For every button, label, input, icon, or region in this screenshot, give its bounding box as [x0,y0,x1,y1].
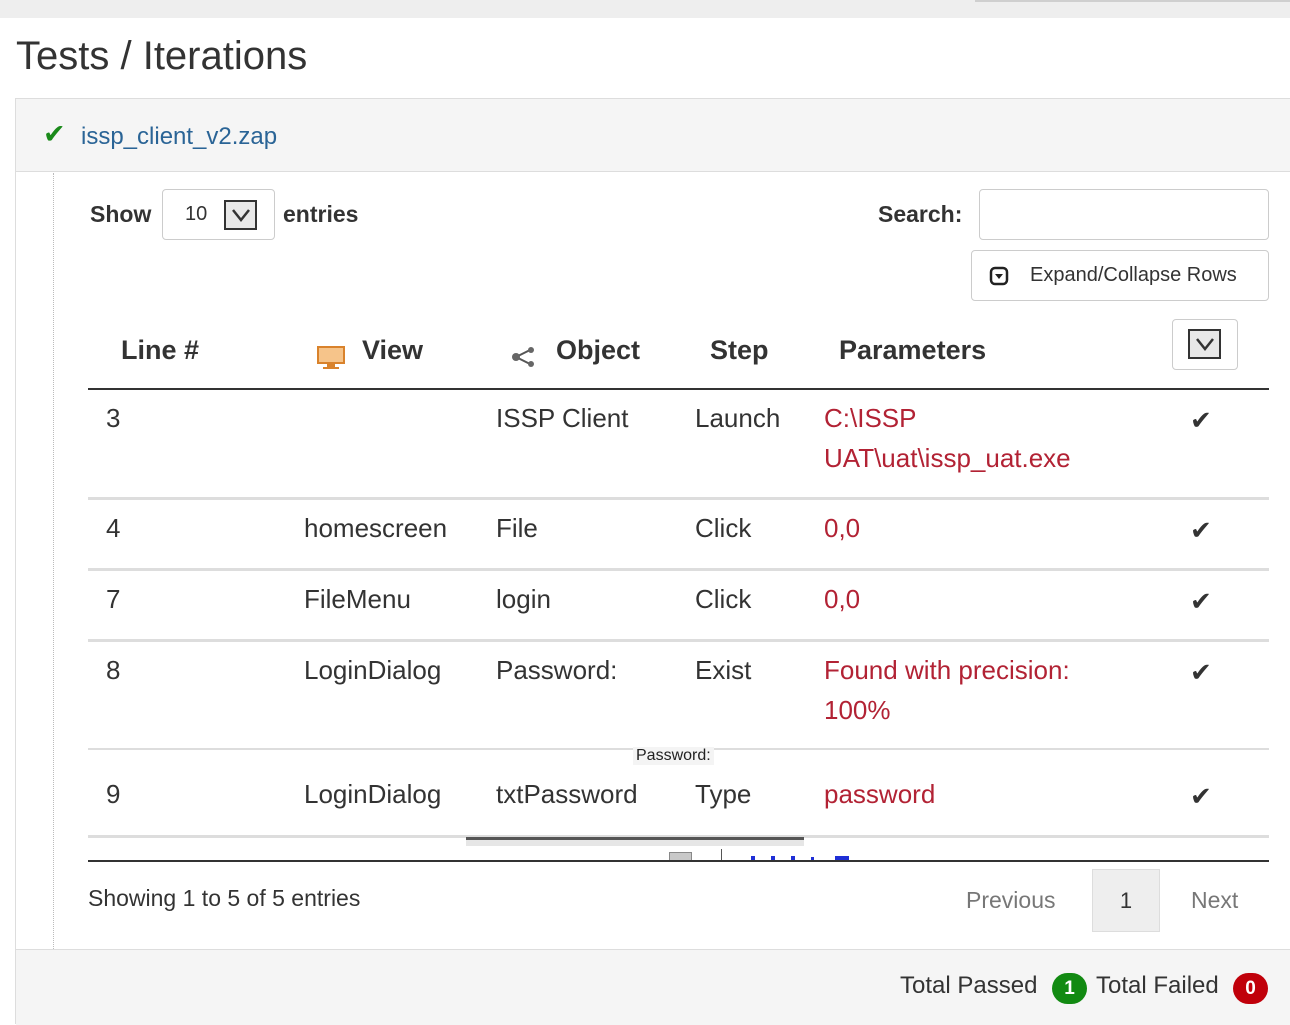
cell-line: 7 [106,584,121,614]
render-artifact [466,837,804,846]
table-row[interactable]: 9 LoginDialog txtPassword Type password … [88,766,1269,838]
table-row[interactable]: 3 ISSP Client Launch C:\ISSP UAT\uat\iss… [88,390,1269,500]
object-tooltip: Password: [633,747,714,765]
cell-object: Password: [496,655,618,685]
top-bar-fragment [975,0,1290,2]
page-1-button[interactable]: 1 [1092,869,1160,932]
cell-parameters: password [824,779,936,809]
page-title: Tests / Iterations [16,34,308,78]
panel-footer: Total Passed 1 Total Failed 0 [16,949,1290,1025]
test-file-link[interactable]: issp_client_v2.zap [81,123,277,151]
search-label: Search: [878,201,963,227]
column-header-parameters[interactable]: Parameters [839,335,986,366]
passed-check-icon: ✔ [1190,405,1212,435]
top-bar [0,0,1290,18]
passed-check-icon: ✔ [1190,515,1212,545]
column-header-line[interactable]: Line # [121,335,199,366]
page-length-select[interactable]: 10 [162,189,275,240]
cell-step: Launch [695,403,781,433]
page-length-value: 10 [185,203,208,225]
cell-view: LoginDialog [304,655,442,685]
passed-check-icon: ✔ [1190,781,1212,811]
total-passed-badge: 1 [1052,973,1087,1004]
cell-step: Exist [695,655,752,685]
entries-label: entries [283,201,359,227]
monitor-icon [317,346,345,369]
expand-collapse-label: Expand/Collapse Rows [1030,264,1237,286]
column-header-object[interactable]: Object [556,335,640,366]
column-header-step[interactable]: Step [710,335,769,366]
cell-parameters: 0,0 [824,584,861,614]
total-failed-label: Total Failed [1096,972,1219,999]
table-row[interactable]: 7 FileMenu login Click 0,0 ✔ [88,571,1269,642]
chevron-down-icon[interactable] [224,200,257,230]
cell-line: 4 [106,513,121,543]
chevron-down-icon[interactable] [1188,329,1221,359]
cell-step: Type [695,779,752,809]
cell-parameters: Found with precision: 100% [824,655,1070,725]
previous-page-button[interactable]: Previous [966,887,1055,914]
cell-view: homescreen [304,513,448,543]
search-input[interactable] [979,189,1269,240]
cell-object: File [496,513,538,543]
collapse-toggle-icon [989,266,1009,286]
cell-line: 8 [106,655,121,685]
share-nodes-icon [512,347,534,367]
cell-step: Click [695,513,752,543]
panel-heading[interactable]: ✔ issp_client_v2.zap [16,99,1290,172]
column-header-view[interactable]: View [362,335,423,366]
total-failed-badge: 0 [1233,973,1268,1004]
column-visibility-toggle[interactable] [1172,319,1238,370]
cell-step: Click [695,584,752,614]
cell-object: txtPassword [496,779,638,809]
cell-parameters: 0,0 [824,513,861,543]
table-row[interactable]: 4 homescreen File Click 0,0 ✔ [88,500,1269,571]
expand-collapse-button[interactable]: Expand/Collapse Rows [971,250,1269,301]
total-passed-label: Total Passed [900,972,1038,999]
tree-guide-line [53,173,54,949]
cell-view: LoginDialog [304,779,442,809]
footer-divider [88,860,1269,862]
passed-check-icon: ✔ [43,119,66,149]
cell-parameters: C:\ISSP UAT\uat\issp_uat.exe [824,403,1071,473]
test-panel: ✔ issp_client_v2.zap Show 10 entries Sea… [15,98,1290,1025]
cell-object: ISSP Client [496,403,629,433]
cell-object: login [496,584,551,614]
cell-line: 3 [106,403,121,433]
next-page-button[interactable]: Next [1191,887,1238,914]
show-label: Show [90,201,152,227]
passed-check-icon: ✔ [1190,586,1212,616]
table-info: Showing 1 to 5 of 5 entries [88,885,361,911]
passed-check-icon: ✔ [1190,657,1212,687]
table-row[interactable]: 8 LoginDialog Password: Exist Found with… [88,642,1269,750]
cell-view: FileMenu [304,584,411,614]
cell-line: 9 [106,779,121,809]
